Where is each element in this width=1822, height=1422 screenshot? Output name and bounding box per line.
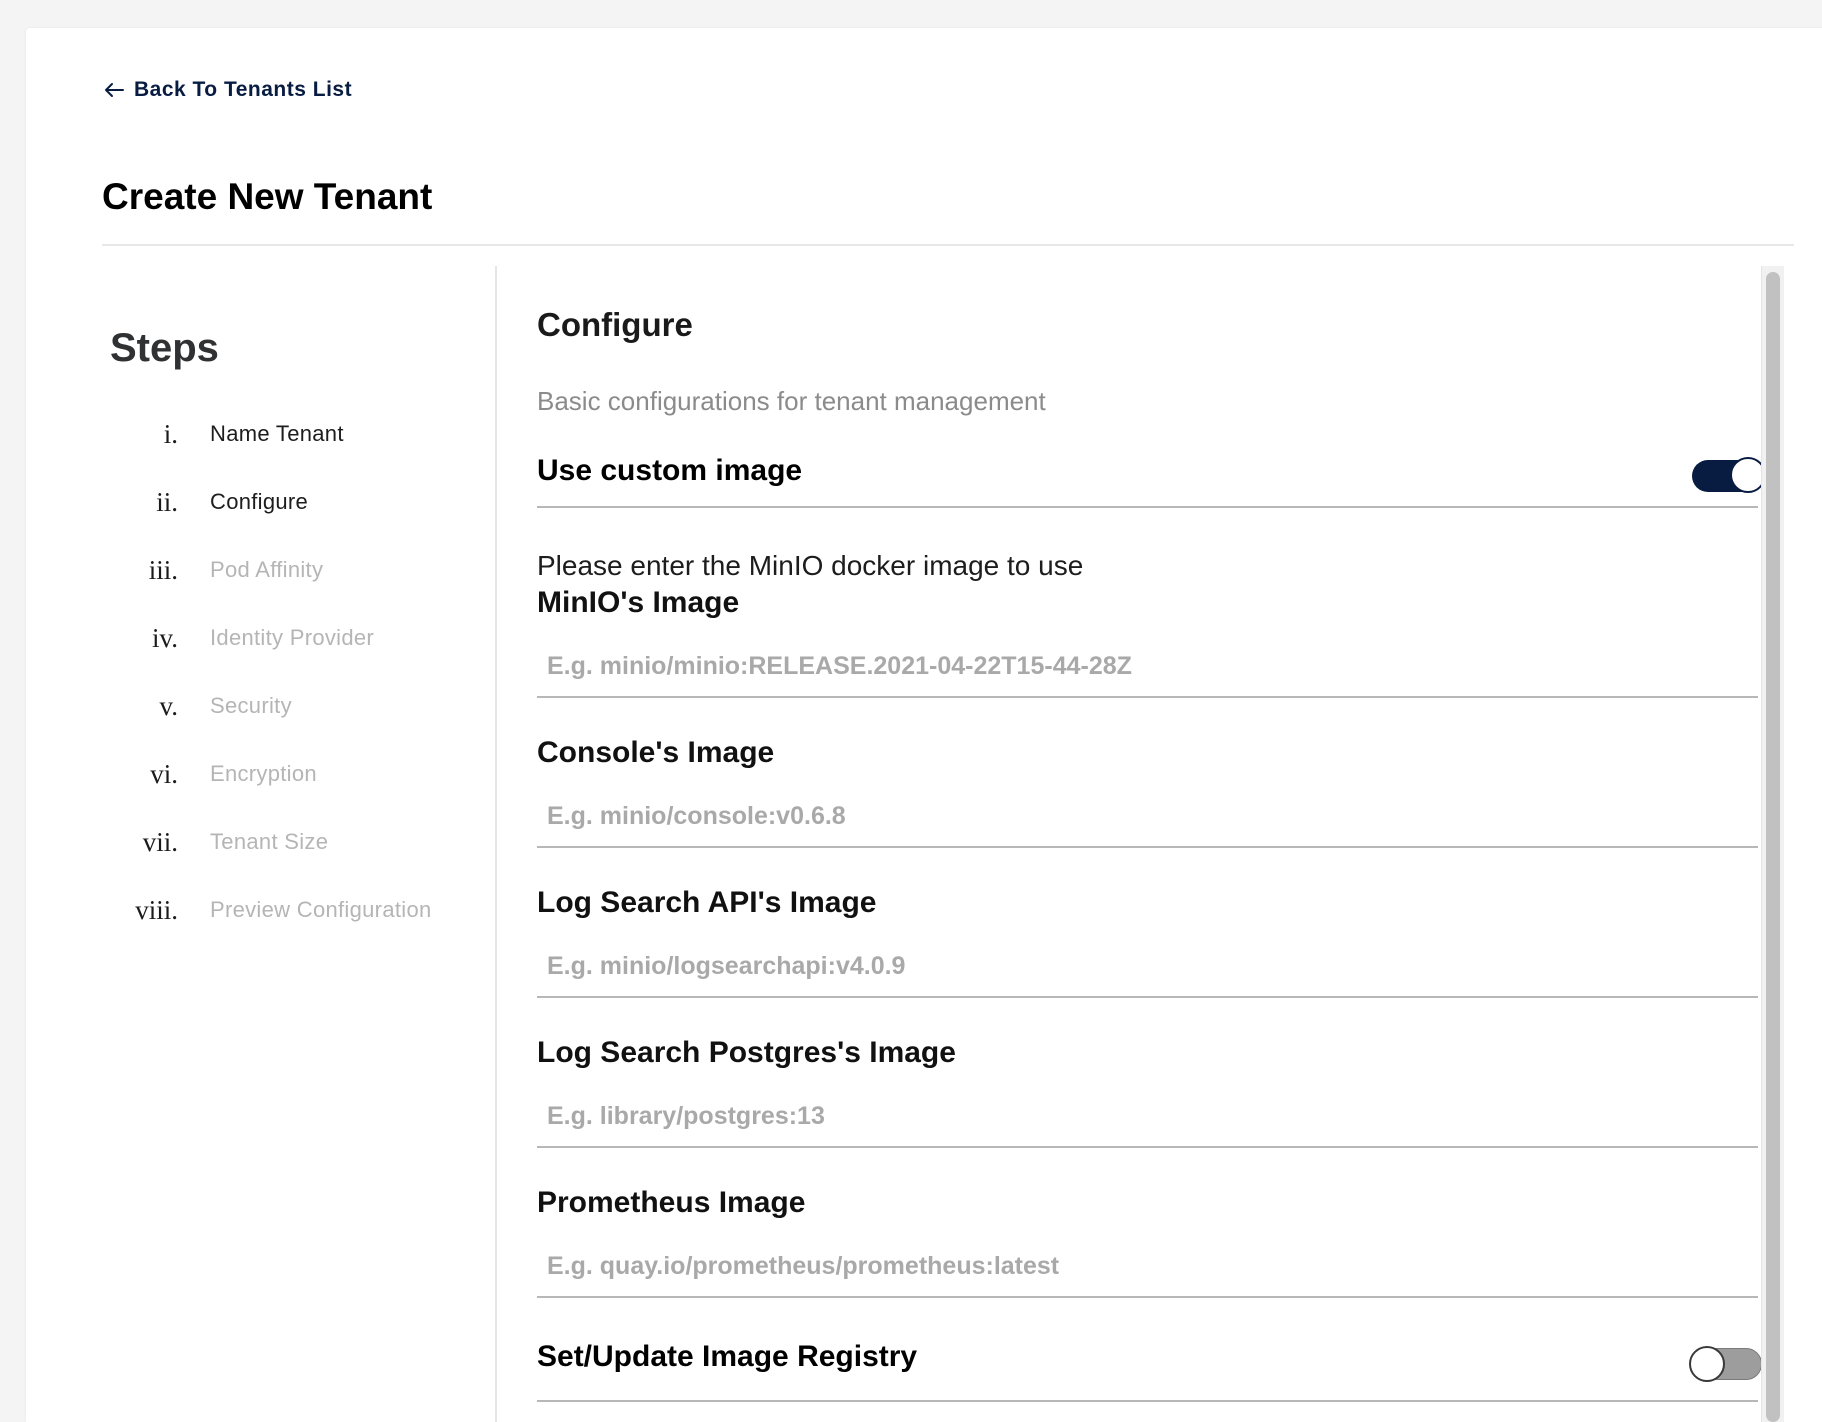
section-description: Basic configurations for tenant manageme… [537,386,1046,416]
prometheus-image-label: Prometheus Image [537,1186,806,1219]
step-preview-configuration: viii. Preview Configuration [102,890,482,930]
step-label: Encryption [210,761,317,786]
create-tenant-card: Back To Tenants List Create New Tenant S… [26,28,1822,1422]
back-to-tenants-link[interactable]: Back To Tenants List [102,78,352,102]
image-registry-label: Set/Update Image Registry [537,1340,918,1373]
custom-image-label: Use custom image [537,454,803,487]
image-registry-row: Set/Update Image Registry [537,1300,1762,1402]
step-number: v. [159,690,179,721]
title-divider [102,244,1794,246]
logsearch-postgres-image-input[interactable] [537,1086,1758,1148]
section-title: Configure [537,306,693,343]
back-link-label[interactable]: Back To Tenants List [134,78,352,102]
configure-panel: Configure Basic configurations for tenan… [537,266,1787,1422]
step-number: viii. [135,894,178,925]
image-prompt-text: Please enter the MinIO docker image to u… [537,550,1084,581]
logsearch-api-image-label: Log Search API's Image [537,886,877,919]
step-number: ii. [156,486,178,517]
step-configure[interactable]: ii. Configure [102,482,482,522]
step-label: Security [210,693,292,718]
step-label[interactable]: Name Tenant [210,421,344,447]
image-registry-toggle[interactable] [1689,1346,1762,1382]
step-number: iii. [148,554,178,585]
step-label: Tenant Size [210,829,329,854]
page-title: Create New Tenant [102,176,433,217]
step-pod-affinity: iii. Pod Affinity [102,550,482,590]
step-label: Pod Affinity [210,557,324,582]
step-label: Preview Configuration [210,897,432,922]
console-image-input[interactable] [537,786,1758,848]
step-identity-provider: iv. Identity Provider [102,618,482,658]
logsearch-postgres-image-label: Log Search Postgres's Image [537,1036,956,1069]
step-tenant-size: vii. Tenant Size [102,822,482,862]
step-label: Identity Provider [210,625,375,650]
step-security: v. Security [102,686,482,726]
step-encryption: vi. Encryption [102,754,482,794]
custom-image-row: Use custom image [537,426,1766,508]
console-image-label: Console's Image [537,736,775,769]
steps-title: Steps [110,326,219,370]
step-number: iv. [152,622,178,653]
arrow-left-icon [105,83,124,97]
minio-image-label: MinIO's Image [537,586,740,619]
step-number: i. [163,418,178,449]
step-number: vi. [150,758,178,789]
toggle-knob [1689,1346,1725,1382]
minio-image-input[interactable] [537,636,1758,698]
step-number: vii. [142,826,178,857]
scrollbar-track[interactable] [1761,266,1784,1422]
custom-image-toggle[interactable] [1692,457,1766,493]
prometheus-image-input[interactable] [537,1236,1758,1298]
scrollbar-thumb[interactable] [1766,272,1780,1422]
step-label[interactable]: Configure [210,489,308,515]
logsearch-api-image-input[interactable] [537,936,1758,998]
steps-panel: Steps i. Name Tenant ii. Configure iii. … [102,266,497,1422]
step-name-tenant[interactable]: i. Name Tenant [102,414,482,454]
